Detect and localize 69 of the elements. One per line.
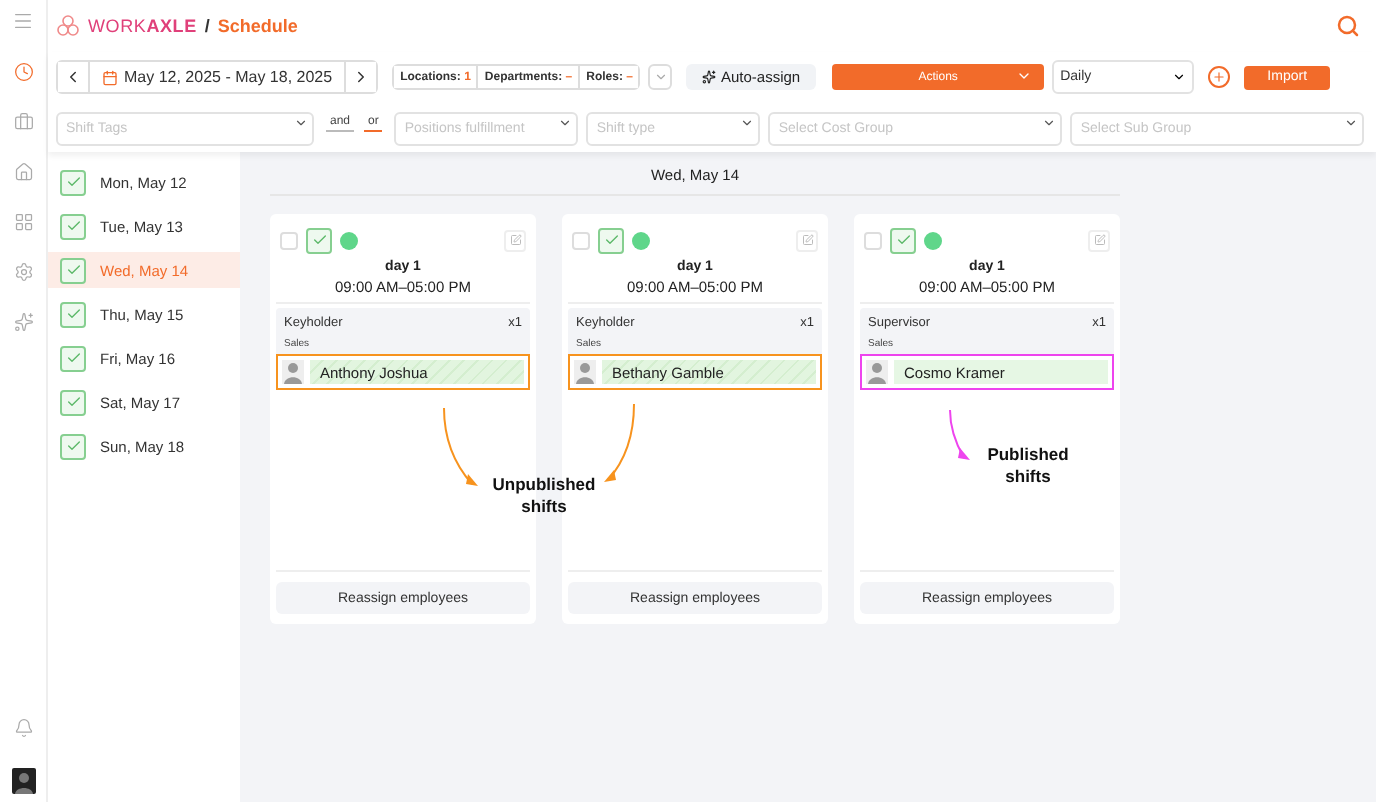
edit-button[interactable] (1088, 229, 1110, 251)
brand-name: WORKAXLE (88, 16, 197, 36)
check-icon (65, 306, 81, 322)
sparkles-icon[interactable] (13, 312, 33, 332)
check-icon (65, 394, 81, 410)
approve-checkbox[interactable] (598, 227, 624, 253)
page-title: Schedule (217, 16, 298, 36)
checkbox[interactable] (280, 231, 298, 249)
annotation-arrow (604, 402, 634, 482)
grid-icon[interactable] (13, 212, 33, 232)
briefcase-icon[interactable] (13, 112, 33, 132)
checkbox[interactable] (60, 257, 86, 283)
sparkles-icon (702, 70, 717, 84)
check-icon (311, 232, 327, 248)
edit-icon (1093, 234, 1105, 246)
check-icon (65, 174, 81, 190)
dropdown-button[interactable] (648, 64, 673, 90)
status-dot (632, 231, 650, 249)
caret-icon (1172, 70, 1187, 84)
clock-icon[interactable] (13, 62, 33, 82)
status-dot (924, 231, 942, 249)
checkbox[interactable] (60, 345, 86, 371)
person-icon (282, 360, 304, 384)
breadcrumb-separator: / (204, 16, 210, 36)
caret-icon (740, 116, 755, 130)
menu-icon[interactable] (12, 10, 34, 32)
check-icon (65, 350, 81, 366)
edit-icon (801, 234, 813, 246)
calendar-icon (102, 69, 118, 85)
caret-icon (1344, 116, 1359, 130)
check-icon (603, 232, 619, 248)
caret-icon (653, 70, 668, 84)
status-dot (340, 231, 358, 249)
check-icon (65, 218, 81, 234)
checkbox[interactable] (60, 169, 86, 195)
date-range-button[interactable]: May 12, 2025 - May 18, 2025 (88, 62, 347, 92)
logo-icon (56, 14, 80, 38)
annotation-label: Published shifts (985, 444, 1071, 489)
edit-icon (509, 234, 521, 246)
annotation-arrow (440, 406, 478, 486)
plus-icon (1212, 70, 1227, 84)
approve-checkbox[interactable] (306, 227, 332, 253)
edit-button[interactable] (796, 229, 818, 251)
settings-icon[interactable] (13, 262, 33, 282)
bell-icon[interactable] (13, 718, 33, 738)
edit-button[interactable] (504, 229, 526, 251)
check-icon (65, 438, 81, 454)
caret-icon (294, 116, 308, 130)
annotation-arrow (946, 408, 970, 460)
person-icon (574, 360, 596, 384)
checkbox[interactable] (60, 389, 86, 415)
checkbox[interactable] (864, 231, 882, 249)
checkbox[interactable] (60, 213, 86, 239)
check-icon (895, 232, 911, 248)
approve-checkbox[interactable] (890, 227, 916, 253)
checkbox[interactable] (572, 231, 590, 249)
search-icon[interactable] (1336, 14, 1360, 38)
chevron-left-icon (64, 68, 82, 86)
avatar[interactable] (11, 768, 35, 794)
checkbox[interactable] (60, 433, 86, 459)
caret-icon (1042, 116, 1057, 130)
caret-icon (558, 116, 573, 130)
add-button[interactable] (1208, 66, 1231, 88)
person-icon (866, 360, 888, 384)
caret-icon (1016, 68, 1033, 84)
home-icon[interactable] (13, 162, 33, 182)
checkbox[interactable] (60, 301, 86, 327)
annotation-label: Unpublished shifts (490, 474, 598, 519)
check-icon (65, 262, 81, 278)
